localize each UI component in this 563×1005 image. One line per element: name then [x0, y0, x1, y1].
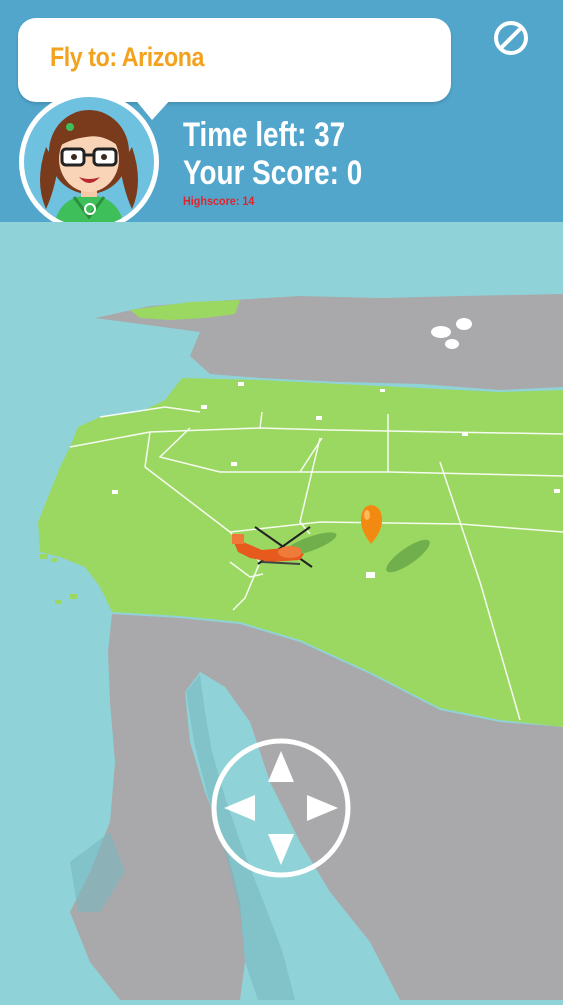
stats-panel: Time left: 37 Your Score: 0 Highscore: 1…: [183, 116, 402, 208]
stop-button[interactable]: [492, 19, 530, 57]
time-left-text: Time left: 37: [183, 116, 346, 154]
stop-icon: [494, 21, 528, 55]
arrow-up-icon[interactable]: [268, 751, 294, 782]
girl-avatar-icon: [19, 92, 159, 232]
directional-pad[interactable]: [210, 737, 352, 879]
destination-prompt: Fly to: Arizona: [50, 42, 204, 72]
arrow-down-icon[interactable]: [268, 834, 294, 865]
top-bar: Fly to: Arizona Time left: 37 Your Score…: [0, 0, 563, 232]
game-map[interactable]: [0, 222, 563, 1000]
arrow-right-icon[interactable]: [307, 795, 338, 821]
arrow-left-icon[interactable]: [224, 795, 255, 821]
directional-pad-icon: [211, 738, 351, 878]
score-text: Your Score: 0: [183, 154, 363, 192]
highscore-text: Highscore: 14: [183, 194, 255, 208]
